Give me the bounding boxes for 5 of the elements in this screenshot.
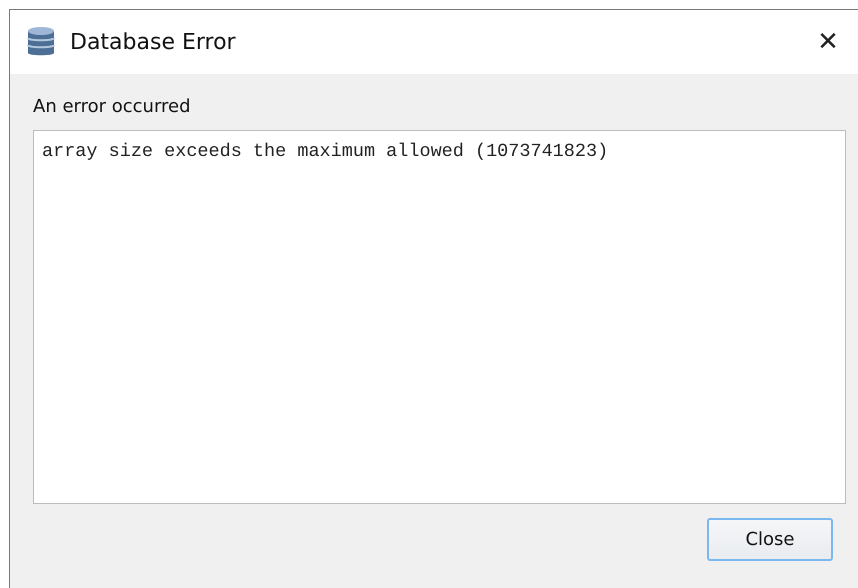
close-button[interactable]: Close bbox=[707, 518, 833, 561]
message-label: An error occurred bbox=[33, 96, 192, 117]
window-title: Database Error bbox=[70, 30, 237, 54]
database-icon bbox=[26, 26, 56, 58]
message-text-area[interactable]: array size exceeds the maximum allowed (1073741823) bbox=[33, 130, 846, 504]
